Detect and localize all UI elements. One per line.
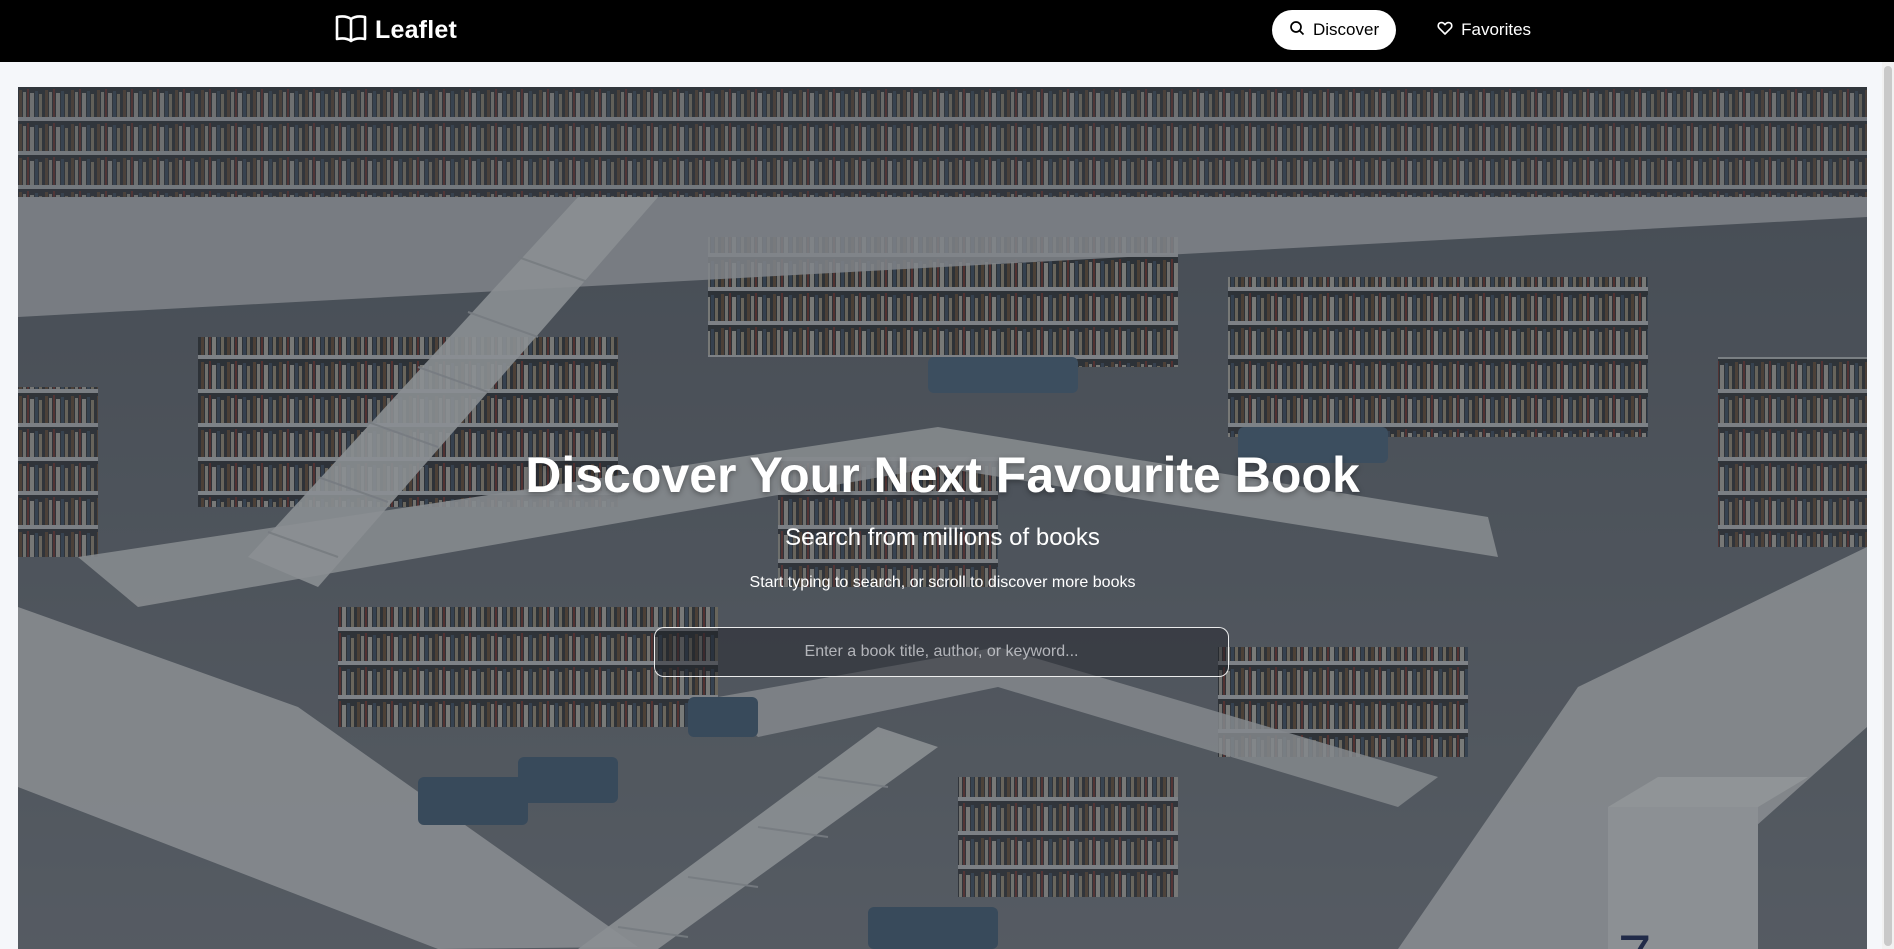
top-navbar: Leaflet Discover Favorites — [0, 0, 1894, 62]
open-book-icon — [335, 13, 367, 48]
scrollbar-thumb[interactable] — [1884, 66, 1892, 946]
search-icon — [1289, 20, 1305, 41]
page-scrollbar[interactable] — [1882, 62, 1894, 949]
brand-name: Leaflet — [375, 15, 457, 44]
nav-favorites-button[interactable]: Favorites — [1420, 10, 1548, 50]
hero-content: Discover Your Next Favourite Book Search… — [18, 87, 1867, 949]
brand-logo[interactable]: Leaflet — [335, 14, 457, 46]
nav-discover-label: Discover — [1313, 20, 1380, 39]
main-nav: Discover Favorites — [1272, 10, 1548, 50]
nav-favorites-label: Favorites — [1461, 20, 1532, 39]
nav-discover-button[interactable]: Discover — [1272, 10, 1397, 50]
hero-title: Discover Your Next Favourite Book — [525, 447, 1360, 503]
hero-hint: Start typing to search, or scroll to dis… — [749, 574, 1136, 591]
heart-icon — [1437, 20, 1453, 41]
book-search-input[interactable] — [654, 627, 1229, 677]
hero-subtitle: Search from millions of books — [785, 524, 1100, 551]
hero-section: 7 Discover Your Next Favourite Book Sear… — [18, 87, 1867, 949]
